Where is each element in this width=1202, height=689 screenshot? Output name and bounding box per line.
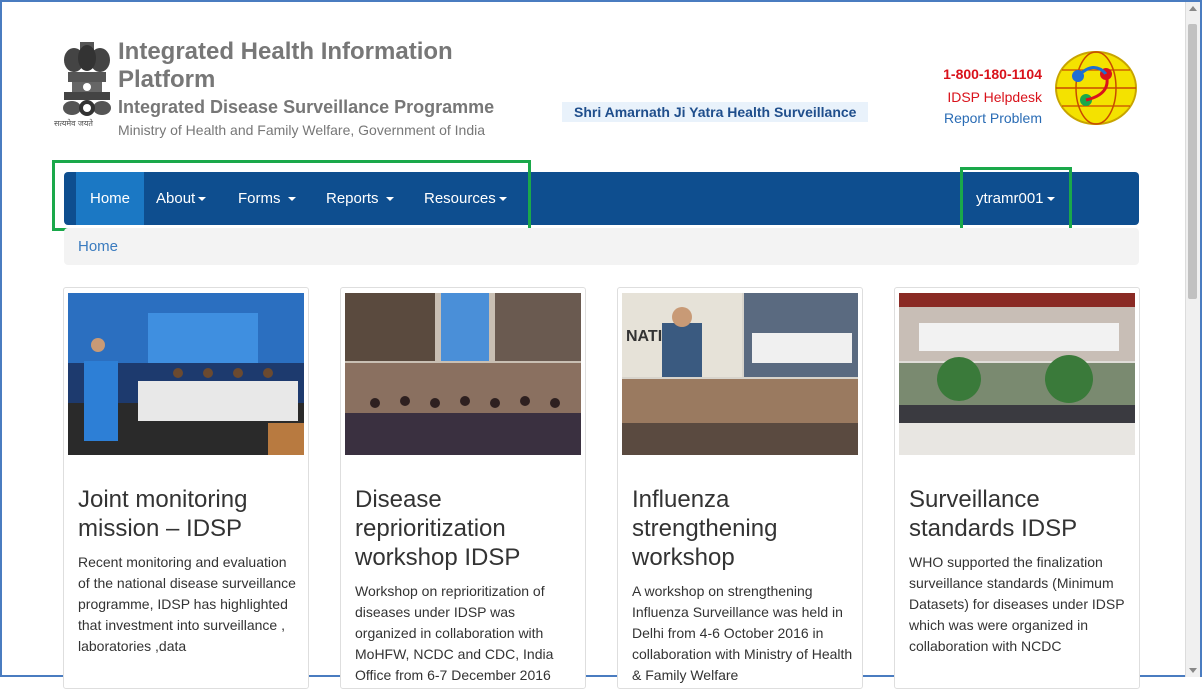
card-text: Recent monitoring and evaluation of the … (78, 554, 296, 654)
card-image (68, 293, 304, 455)
breadcrumb-home[interactable]: Home (78, 238, 118, 255)
site-title: Integrated Health Information Platform (118, 38, 538, 94)
card-text: A workshop on strengthening Influenza Su… (632, 583, 853, 683)
card-title: Disease reprioritization workshop IDSP (355, 486, 521, 571)
nav-menu-highlight (52, 160, 531, 231)
breadcrumb: Home (64, 228, 1139, 265)
programme-subtitle: Integrated Disease Surveillance Programm… (118, 97, 495, 117)
idsp-globe-logo-icon (1054, 50, 1138, 126)
news-card-disease-reprioritization[interactable]: Disease reprioritization workshop IDSP W… (340, 287, 586, 689)
scroll-thumb[interactable] (1188, 24, 1197, 299)
emblem-caption: सत्यमेव जयते (54, 119, 93, 128)
card-image (899, 293, 1135, 455)
card-title: Joint monitoring mission – IDSP (78, 486, 248, 542)
site-title-line1: Integrated Health Information (118, 38, 453, 65)
page-scrollbar[interactable] (1185, 2, 1200, 677)
news-card-influenza[interactable]: NATI Influenza strengthening workshop A … (617, 287, 863, 689)
site-title-line2: Platform (118, 66, 216, 93)
user-menu-highlight (960, 167, 1072, 233)
card-title: Surveillance standards IDSP (909, 486, 1078, 542)
helpdesk-label: IDSP Helpdesk (947, 89, 1042, 105)
card-text: Workshop on reprioritization of diseases… (355, 583, 554, 683)
ministry-label: Ministry of Health and Family Welfare, G… (118, 122, 486, 138)
scroll-down-arrow-icon[interactable] (1189, 668, 1197, 673)
report-problem-link[interactable]: Report Problem (882, 110, 1042, 126)
card-title: Influenza strengthening workshop (632, 486, 778, 571)
news-card-surveillance-standards[interactable]: Surveillance standards IDSP WHO supporte… (894, 287, 1140, 689)
card-image: NATI (622, 293, 858, 455)
national-emblem-icon: सत्यमेव जयते (54, 38, 116, 132)
yatra-surveillance-label: Shri Amarnath Ji Yatra Health Surveillan… (562, 102, 869, 122)
news-card-joint-monitoring[interactable]: Joint monitoring mission – IDSP Recent m… (63, 287, 309, 689)
card-image (345, 293, 581, 455)
svg-text:NATI: NATI (626, 328, 662, 345)
card-text: WHO supported the finalization surveilla… (909, 554, 1125, 654)
helpdesk-phone: 1-800-180-1104 (943, 66, 1042, 82)
scroll-up-arrow-icon[interactable] (1189, 6, 1197, 11)
